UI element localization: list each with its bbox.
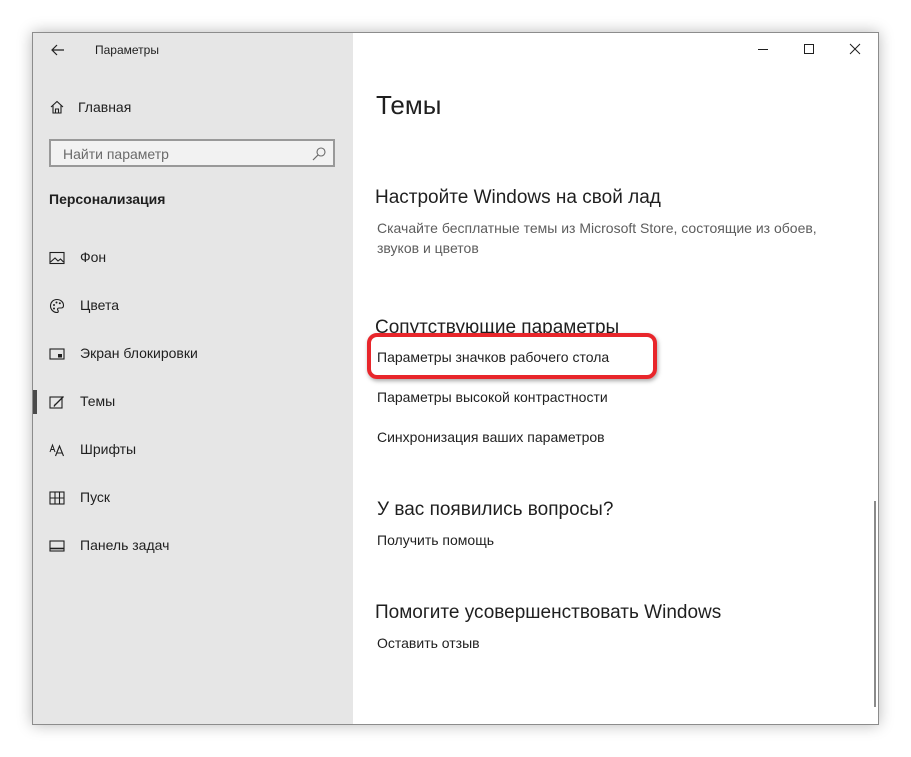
customize-heading: Настройте Windows на свой лад <box>375 187 661 208</box>
back-arrow-icon <box>51 44 64 56</box>
settings-window: Параметры Главная Персонализация Фон <box>32 32 879 725</box>
page-title: Темы <box>376 90 442 120</box>
start-icon <box>49 491 65 505</box>
search-input[interactable] <box>61 144 305 164</box>
feedback-link[interactable]: Оставить отзыв <box>377 635 480 651</box>
sidebar-item-label: Пуск <box>80 489 111 505</box>
sidebar-item-lock-screen[interactable]: Экран блокировки <box>33 334 353 374</box>
get-help-link[interactable]: Получить помощь <box>377 532 494 548</box>
image-icon <box>49 251 65 265</box>
high-contrast-settings-link[interactable]: Параметры высокой контрастности <box>377 389 608 405</box>
sidebar-item-start[interactable]: Пуск <box>33 478 353 518</box>
search-box <box>49 139 335 167</box>
section-title: Персонализация <box>49 191 166 207</box>
sidebar-item-label: Фон <box>80 249 107 265</box>
sidebar-item-label: Шрифты <box>80 441 137 457</box>
main-content: Темы Настройте Windows на свой лад Скача… <box>353 33 878 724</box>
app-title: Параметры <box>95 43 159 57</box>
close-icon <box>849 43 861 55</box>
close-button[interactable] <box>832 33 878 65</box>
questions-heading: У вас появились вопросы? <box>377 499 614 520</box>
sidebar-item-label: Цвета <box>80 297 119 313</box>
sidebar-item-label: Темы <box>80 393 116 409</box>
home-label: Главная <box>78 99 132 115</box>
customize-description: Скачайте бесплатные темы из Microsoft St… <box>377 220 817 256</box>
sidebar-item-colors[interactable]: Цвета <box>33 286 353 326</box>
improve-heading: Помогите усовершенствовать Windows <box>375 602 722 623</box>
back-button[interactable] <box>47 39 69 61</box>
sync-settings-link[interactable]: Синхронизация ваших параметров <box>377 429 605 445</box>
sidebar-item-fonts[interactable]: Шрифты <box>33 430 353 470</box>
highlight-box <box>367 333 657 379</box>
home-nav-item[interactable]: Главная <box>49 97 131 117</box>
sidebar-item-label: Панель задач <box>80 537 170 553</box>
fonts-icon <box>49 443 65 457</box>
maximize-icon <box>804 44 814 54</box>
taskbar-icon <box>49 540 65 552</box>
search-icon[interactable] <box>311 146 327 162</box>
sidebar-item-background[interactable]: Фон <box>33 238 353 278</box>
sidebar-item-themes[interactable]: Темы <box>33 382 353 422</box>
minimize-icon <box>758 49 768 50</box>
minimize-button[interactable] <box>740 33 786 65</box>
maximize-button[interactable] <box>786 33 832 65</box>
home-icon <box>50 100 64 114</box>
lock-screen-icon <box>49 348 65 360</box>
palette-icon <box>49 298 65 314</box>
sidebar-item-taskbar[interactable]: Панель задач <box>33 526 353 566</box>
scrollbar[interactable] <box>874 501 876 707</box>
sidebar-item-label: Экран блокировки <box>80 345 198 361</box>
sidebar: Параметры Главная Персонализация Фон <box>33 33 353 724</box>
active-indicator <box>33 390 37 414</box>
themes-icon <box>49 396 64 409</box>
